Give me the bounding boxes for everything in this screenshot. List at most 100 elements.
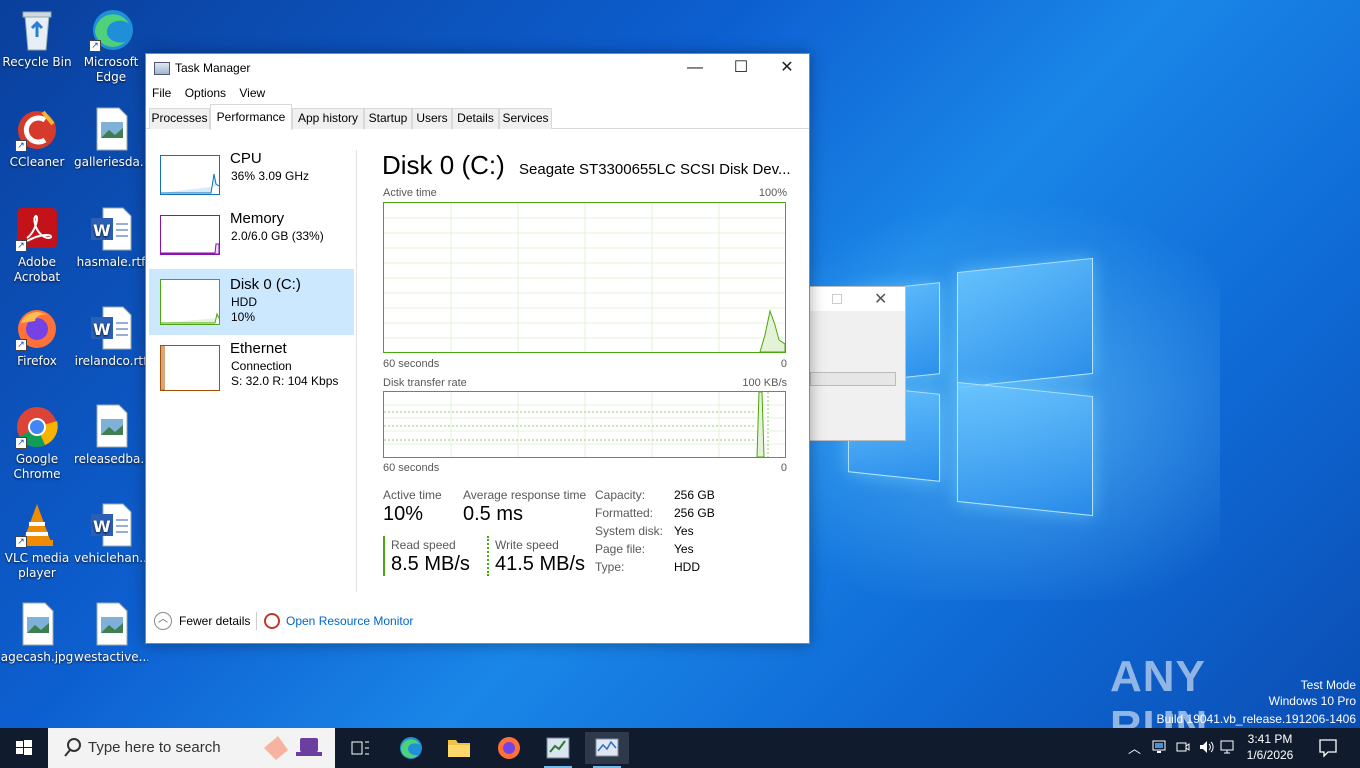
background-dialog-window[interactable]: ✕ xyxy=(809,286,906,441)
tab-details[interactable]: Details xyxy=(452,108,499,129)
tab-users[interactable]: Users xyxy=(412,108,452,129)
desktop-icon-westactive[interactable]: westactive... xyxy=(74,601,148,665)
svg-text:W: W xyxy=(93,320,111,339)
edge-icon: ↗ xyxy=(89,6,133,52)
prop-type-value: HDD xyxy=(674,560,700,574)
task-manager-icon xyxy=(154,62,170,75)
search-icon xyxy=(64,738,81,757)
language-icon[interactable] xyxy=(1220,739,1236,755)
menu-view[interactable]: View xyxy=(236,84,269,102)
network-icon[interactable] xyxy=(1152,740,1166,754)
volume-icon[interactable] xyxy=(1198,739,1214,755)
active-time-graph-seconds: 60 seconds xyxy=(383,358,440,370)
active-time-graph-zero: 0 xyxy=(780,358,787,370)
close-icon[interactable]: ✕ xyxy=(874,289,887,308)
desktop-icon-google-chrome[interactable]: ↗ Google Chrome xyxy=(0,403,74,482)
resource-disk-0[interactable]: Disk 0 (C:) HDD 10% xyxy=(149,269,354,335)
window-title: Task Manager xyxy=(175,61,251,75)
system-tray: ︿ xyxy=(1124,728,1236,768)
taskbar: Type here to search ︿ 3:41 PM 1/6/2026 xyxy=(0,728,1360,768)
title-bar[interactable]: Task Manager — ☐ ✕ xyxy=(146,54,809,84)
close-button[interactable]: ✕ xyxy=(764,54,810,84)
open-resource-monitor-link[interactable]: Open Resource Monitor xyxy=(286,614,413,628)
word-document-icon: W xyxy=(89,502,133,548)
desktop-icon-galleriesda[interactable]: galleriesda... xyxy=(74,106,148,170)
taskbar-search-box[interactable]: Type here to search xyxy=(48,728,335,768)
read-speed-legend xyxy=(383,536,385,576)
desktop-icon-microsoft-edge[interactable]: ↗ Microsoft Edge xyxy=(74,6,148,85)
desktop-icon-ccleaner[interactable]: ↗ CCleaner xyxy=(0,106,74,170)
image-file-icon xyxy=(15,601,59,647)
transfer-rate-graph-max: 100 KB/s xyxy=(742,377,787,389)
recycle-bin-icon xyxy=(15,6,59,52)
menu-options[interactable]: Options xyxy=(182,84,230,102)
tab-processes[interactable]: Processes xyxy=(149,108,210,129)
maximize-icon[interactable] xyxy=(832,294,842,304)
notifications-button[interactable] xyxy=(1306,728,1350,768)
resource-cpu[interactable]: CPU 36% 3.09 GHz xyxy=(149,149,354,205)
prop-capacity-label: Capacity: xyxy=(595,488,646,502)
tab-app-history[interactable]: App history xyxy=(292,108,364,129)
image-file-icon xyxy=(89,601,133,647)
taskbar-file-explorer-icon[interactable] xyxy=(437,732,481,764)
resource-type: HDD xyxy=(231,295,257,309)
transfer-rate-graph-seconds: 60 seconds xyxy=(383,462,440,474)
ethernet-mini-graph xyxy=(160,345,220,391)
taskbar-clock[interactable]: 3:41 PM 1/6/2026 xyxy=(1240,731,1300,763)
resource-name: Memory xyxy=(230,210,285,227)
taskbar-task-manager-icon[interactable] xyxy=(585,732,629,768)
stat-read-speed-value: 8.5 MB/s xyxy=(391,553,470,575)
resource-ethernet[interactable]: Ethernet Connection S: 32.0 R: 104 Kbps xyxy=(149,339,354,399)
resource-memory[interactable]: Memory 2.0/6.0 GB (33%) xyxy=(149,209,354,265)
background-dialog-titlebar[interactable]: ✕ xyxy=(810,287,905,311)
desktop-icon-firefox[interactable]: ↗ Firefox xyxy=(0,305,74,369)
chevron-up-icon[interactable]: ︿ xyxy=(1128,738,1141,757)
windows-edition-text: Windows 10 Pro xyxy=(1268,694,1356,708)
desktop-icon-agecash-jpg[interactable]: agecash.jpg xyxy=(0,601,74,665)
stat-read-speed-label: Read speed xyxy=(391,538,456,552)
start-button[interactable] xyxy=(0,728,48,768)
desktop-icon-releasedba[interactable]: releasedba... xyxy=(74,403,148,467)
clock-time: 3:41 PM xyxy=(1247,732,1293,746)
desktop-icon-adobe-acrobat[interactable]: ↗ Adobe Acrobat xyxy=(0,206,74,285)
fewer-details-link[interactable]: Fewer details xyxy=(179,614,250,628)
resource-detail: 2.0/6.0 GB (33%) xyxy=(231,229,324,243)
tab-performance[interactable]: Performance xyxy=(210,104,292,130)
tab-services[interactable]: Services xyxy=(499,108,552,129)
desktop-icon-vehiclehan[interactable]: W vehiclehan... xyxy=(74,502,148,566)
image-file-icon xyxy=(89,403,133,449)
task-view-button[interactable] xyxy=(338,732,382,764)
task-manager-window[interactable]: Task Manager — ☐ ✕ File Options View Pro… xyxy=(145,53,810,644)
resource-detail: Connection xyxy=(231,359,292,373)
stat-active-time-label: Active time xyxy=(383,488,442,502)
resource-monitor-icon[interactable] xyxy=(264,613,280,629)
svg-text:W: W xyxy=(93,221,111,240)
tab-startup[interactable]: Startup xyxy=(364,108,412,129)
footer-divider xyxy=(256,612,257,630)
taskbar-edge-icon[interactable] xyxy=(389,732,433,764)
prop-formatted-value: 256 GB xyxy=(674,506,715,520)
disk-mini-graph xyxy=(160,279,220,325)
minimize-button[interactable]: — xyxy=(672,54,718,84)
desktop-icon-hasmale-rtf[interactable]: W hasmale.rtf xyxy=(74,206,148,270)
windows-start-icon xyxy=(16,740,32,755)
resource-throughput: S: 32.0 R: 104 Kbps xyxy=(231,374,339,388)
desktop-icon-recycle-bin[interactable]: Recycle Bin xyxy=(0,6,74,70)
menu-file[interactable]: File xyxy=(149,84,175,102)
maximize-button[interactable]: ☐ xyxy=(718,54,764,84)
taskbar-firefox-icon[interactable] xyxy=(487,732,531,764)
desktop-icon-vlc[interactable]: ↗ VLC media player xyxy=(0,502,74,581)
prop-page-file-value: Yes xyxy=(674,542,694,556)
meet-now-icon[interactable] xyxy=(1176,740,1190,754)
transfer-rate-graph xyxy=(383,391,786,458)
firefox-icon: ↗ xyxy=(15,305,59,351)
stat-write-speed-label: Write speed xyxy=(495,538,559,552)
window-footer: ︿ Fewer details Open Resource Monitor xyxy=(146,610,809,634)
resource-name: Ethernet xyxy=(230,340,287,357)
taskbar-app-icon[interactable] xyxy=(536,732,580,768)
chevron-up-icon[interactable]: ︿ xyxy=(154,612,172,630)
stat-response-time-value: 0.5 ms xyxy=(463,503,524,525)
word-document-icon: W xyxy=(89,305,133,351)
desktop-icon-irelandco-rtf[interactable]: W irelandco.rtf xyxy=(74,305,148,369)
progress-bar xyxy=(810,372,896,386)
